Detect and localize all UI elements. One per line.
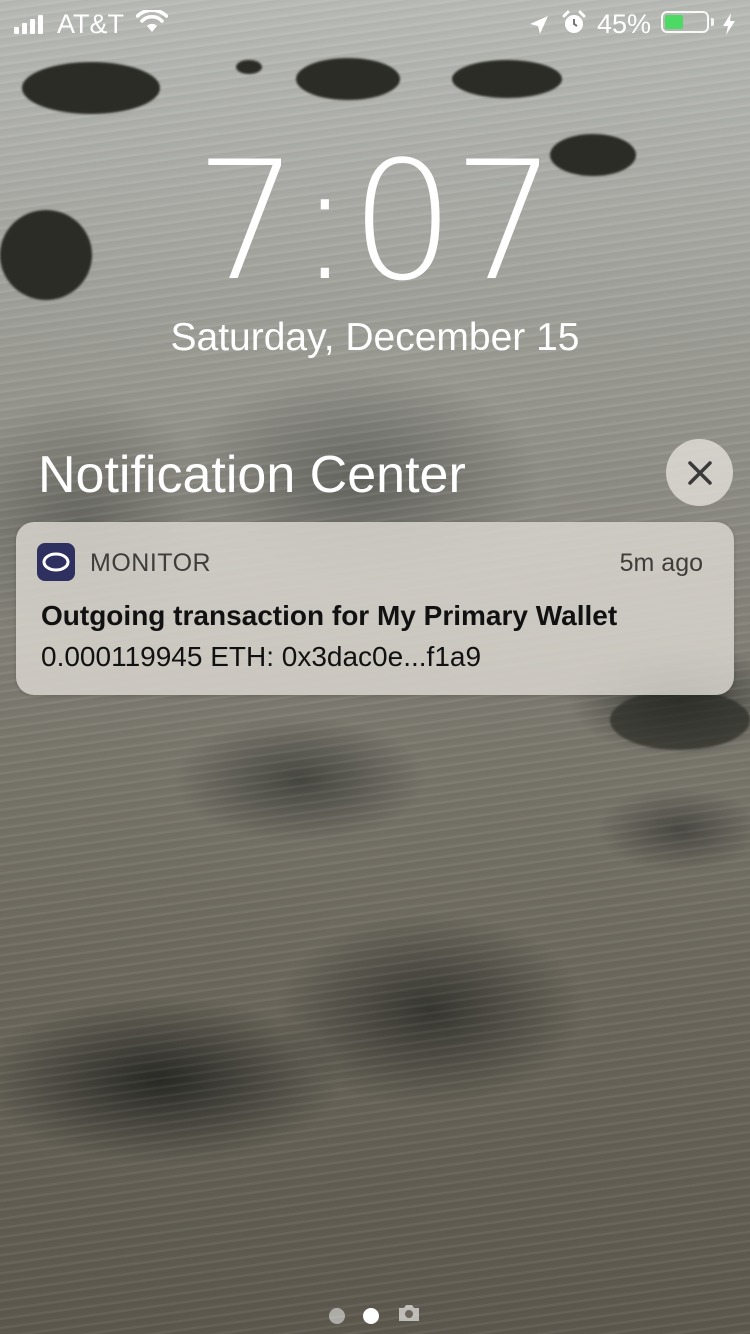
notification-body: 0.000119945 ETH: 0x3dac0e...f1a9 <box>41 641 482 672</box>
signal-icon <box>14 14 43 34</box>
carrier-label: AT&T <box>57 9 124 39</box>
charging-bolt-icon <box>722 12 736 43</box>
battery-icon <box>661 11 709 33</box>
lock-screen: AT&T 45% 7:07 Saturday, December 15 Noti… <box>0 0 750 1334</box>
lock-screen-time: 7:07 <box>194 126 557 317</box>
notification-title: Outgoing transaction for My Primary Wall… <box>41 600 618 631</box>
notification-center-title: Notification Center <box>38 446 466 504</box>
camera-icon[interactable] <box>397 1304 421 1327</box>
wallpaper-rock <box>236 60 262 74</box>
lock-screen-date: Saturday, December 15 <box>170 316 580 359</box>
wallpaper-rock <box>22 62 160 114</box>
notification-app-name: MONITOR <box>90 549 212 577</box>
alarm-icon <box>562 10 586 43</box>
wallpaper-rock <box>296 58 400 100</box>
clear-notifications-button[interactable] <box>666 439 733 506</box>
status-bar: AT&T 45% <box>0 0 750 50</box>
page-dot[interactable] <box>329 1307 345 1324</box>
wallpaper-rock <box>452 60 562 98</box>
notification-card[interactable]: MONITOR 5m ago Outgoing transaction for … <box>16 522 734 695</box>
page-indicator <box>0 1304 750 1327</box>
battery-percent: 45% <box>597 9 652 39</box>
page-dot-current[interactable] <box>363 1307 379 1324</box>
close-icon <box>687 460 712 485</box>
battery-level-fill <box>665 15 683 29</box>
wallpaper-rock <box>610 690 750 750</box>
wifi-icon <box>135 8 169 41</box>
notification-time: 5m ago <box>619 549 703 577</box>
monitor-app-icon <box>37 543 75 581</box>
location-arrow-icon <box>528 12 550 43</box>
